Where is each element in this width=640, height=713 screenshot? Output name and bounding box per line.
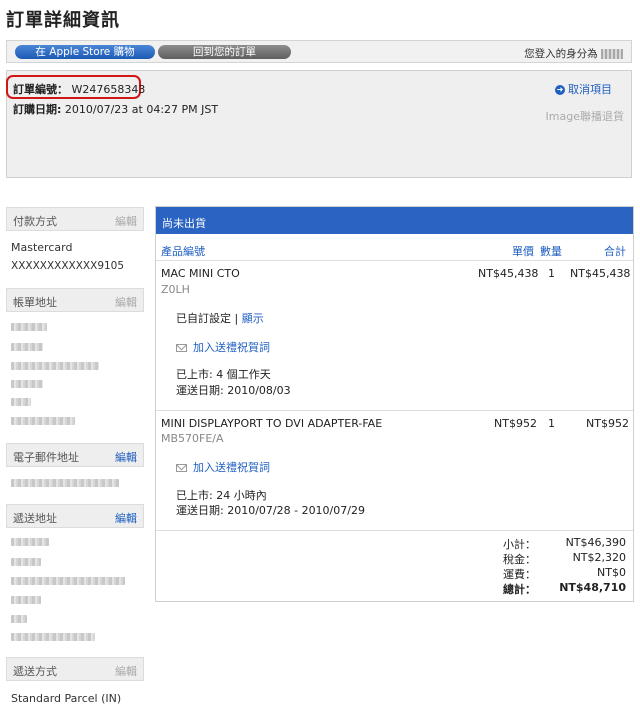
shipping-label: 運費：: [503, 568, 536, 581]
shipment-status-header: 尚未出貨: [156, 207, 633, 234]
shipping-method-value: Standard Parcel (IN): [11, 692, 122, 705]
order-date-value: 2010/07/23 at 04:27 PM JST: [64, 103, 219, 116]
shipping-address-edit-link[interactable]: 編輯: [115, 510, 137, 526]
availability: 已上市: 24 小時內: [176, 489, 267, 502]
delivery-date: 運送日期: 2010/08/03: [176, 384, 291, 397]
payment-method-value: Mastercard: [11, 241, 73, 254]
custom-config: 已自訂設定 | 顯示: [176, 310, 264, 326]
envelope-icon: [176, 344, 187, 352]
order-date-label: 訂購日期:: [13, 103, 62, 116]
gift-message-label: 加入送禮祝賀詞: [193, 341, 270, 354]
col-total: 合計: [604, 245, 626, 258]
divider: [156, 530, 633, 531]
envelope-icon: [176, 464, 187, 472]
show-config-link[interactable]: 顯示: [242, 312, 264, 325]
order-items-panel: [155, 206, 634, 602]
page-title: 訂單詳細資訊: [6, 10, 120, 31]
gift-message-link[interactable]: 加入送禮祝賀詞: [176, 339, 270, 355]
col-unit-price: 單價: [512, 245, 534, 258]
gift-message-link[interactable]: 加入送禮祝賀詞: [176, 459, 270, 475]
payment-edit-link[interactable]: 編輯: [115, 213, 137, 229]
tax-value: NT$2,320: [572, 551, 626, 564]
shipping-value: NT$0: [597, 566, 626, 579]
shipping-method-edit-link[interactable]: 編輯: [115, 663, 137, 679]
order-number-value: W247658343: [71, 83, 146, 96]
signed-in-text: 您登入的身分為: [524, 46, 623, 61]
divider: [156, 260, 633, 261]
blurred-username: [601, 49, 623, 59]
blurred-shipping-line: [11, 538, 49, 546]
back-to-orders-button[interactable]: 回到您的訂單: [158, 45, 291, 59]
item-code: MB570FE/A: [161, 432, 224, 445]
arrow-right-icon: ➜: [555, 85, 565, 95]
custom-config-label: 已自訂設定: [176, 312, 231, 325]
col-quantity: 數量: [540, 245, 562, 258]
item-name: MAC MINI CTO: [161, 267, 240, 280]
payment-method-title: 付款方式: [13, 215, 57, 228]
subtotal-label: 小計：: [503, 538, 536, 551]
col-product: 產品編號: [161, 245, 205, 258]
gift-message-label: 加入送禮祝賀詞: [193, 461, 270, 474]
item-quantity: 1: [548, 417, 555, 430]
tax-label: 稅金：: [503, 553, 536, 566]
blurred-billing-line: [11, 362, 99, 370]
email-edit-link[interactable]: 編輯: [115, 449, 137, 465]
shipping-address-title: 遞送地址: [13, 512, 57, 525]
payment-method-header: 付款方式 編輯: [6, 207, 144, 231]
blurred-shipping-line: [11, 633, 95, 641]
blurred-billing-line: [11, 417, 75, 425]
billing-address-header: 帳單地址 編輯: [6, 288, 144, 312]
cancel-items-label: 取消項目: [568, 83, 612, 96]
item-total: NT$45,438: [570, 267, 631, 280]
shipping-method-title: 遞送方式: [13, 665, 57, 678]
shipping-address-header: 遞送地址 編輯: [6, 504, 144, 528]
availability: 已上市: 4 個工作天: [176, 368, 271, 381]
shipment-status: 尚未出貨: [162, 217, 206, 230]
grand-total-label: 總計：: [503, 583, 536, 596]
item-total: NT$952: [586, 417, 629, 430]
item-quantity: 1: [548, 267, 555, 280]
item-code: Z0LH: [161, 283, 190, 296]
subtotal-value: NT$46,390: [565, 536, 626, 549]
shop-apple-store-button[interactable]: 在 Apple Store 購物: [15, 45, 155, 59]
card-number: XXXXXXXXXXXX9105: [11, 260, 125, 272]
signed-in-label: 您登入的身分為: [524, 48, 598, 60]
image-return-link[interactable]: Image聯播退貨: [546, 108, 624, 124]
blurred-billing-line: [11, 398, 31, 406]
email-address-title: 電子郵件地址: [13, 451, 79, 464]
blurred-shipping-line: [11, 577, 125, 585]
delivery-date: 運送日期: 2010/07/28 - 2010/07/29: [176, 504, 365, 517]
blurred-email: [11, 479, 119, 487]
divider: [156, 410, 633, 411]
cancel-items-link[interactable]: ➜ 取消項目: [555, 81, 612, 97]
item-name: MINI DISPLAYPORT TO DVI ADAPTER-FAE: [161, 417, 383, 430]
order-date: 訂購日期: 2010/07/23 at 04:27 PM JST: [13, 101, 218, 117]
blurred-shipping-line: [11, 596, 41, 604]
item-unit-price: NT$45,438: [478, 267, 539, 280]
blurred-billing-line: [11, 323, 47, 331]
blurred-shipping-line: [11, 615, 27, 623]
billing-edit-link[interactable]: 編輯: [115, 294, 137, 310]
email-address-header: 電子郵件地址 編輯: [6, 443, 144, 467]
item-unit-price: NT$952: [494, 417, 537, 430]
blurred-billing-line: [11, 343, 43, 351]
nav-bar: 在 Apple Store 購物 回到您的訂單 您登入的身分為: [6, 40, 632, 63]
grand-total-value: NT$48,710: [559, 581, 626, 594]
config-separator: |: [234, 312, 239, 325]
blurred-billing-line: [11, 380, 43, 388]
shipping-method-header: 遞送方式 編輯: [6, 657, 144, 681]
blurred-shipping-line: [11, 558, 41, 566]
order-number: 訂單編號： W247658343: [13, 81, 145, 97]
order-number-label: 訂單編號：: [13, 83, 68, 96]
billing-address-title: 帳單地址: [13, 296, 57, 309]
